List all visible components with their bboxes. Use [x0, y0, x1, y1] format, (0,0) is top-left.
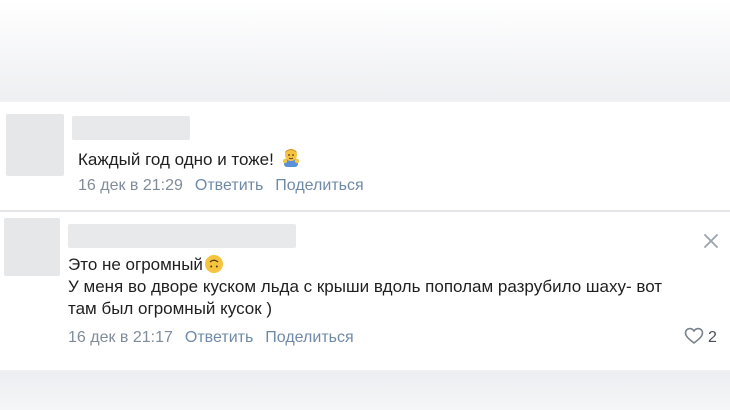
person-gesturing-emoji-icon [280, 146, 302, 173]
comment-card: Каждый год одно и тоже! 16 дек в 21:29 От… [0, 102, 730, 210]
heart-icon [684, 327, 704, 350]
close-icon[interactable] [703, 233, 719, 249]
comment-meta: 16 дек в 21:17 Ответить Поделиться [68, 328, 354, 348]
comment-timestamp[interactable]: 16 дек в 21:29 [78, 177, 183, 194]
reply-button[interactable]: Ответить [195, 177, 263, 194]
reply-button[interactable]: Ответить [185, 329, 253, 346]
comment-text-content: Каждый год одно и тоже! [78, 150, 274, 169]
author-name-redacted[interactable] [72, 116, 190, 140]
avatar[interactable] [4, 218, 60, 276]
comment-text-content: Это не огромный [68, 255, 203, 274]
avatar[interactable] [6, 114, 64, 176]
like-count: 2 [708, 329, 717, 346]
comment-meta: 16 дек в 21:29 Ответить Поделиться [78, 176, 364, 196]
comment-text-line: У меня во дворе куском льда с крыши вдол… [68, 277, 663, 296]
comment-timestamp[interactable]: 16 дек в 21:17 [68, 329, 173, 346]
comment-text: Каждый год одно и тоже! [78, 146, 302, 173]
author-name-redacted[interactable] [68, 224, 296, 248]
blurred-background-top [0, 0, 730, 100]
blurred-background-bottom [0, 372, 730, 410]
share-button[interactable]: Поделиться [275, 177, 363, 194]
share-button[interactable]: Поделиться [265, 329, 353, 346]
comment-text-line: там был огромный кусок ) [68, 299, 273, 318]
comment-card: Это не огромный У меня во дворе куском л… [0, 212, 730, 370]
like-button[interactable]: 2 [684, 327, 717, 350]
